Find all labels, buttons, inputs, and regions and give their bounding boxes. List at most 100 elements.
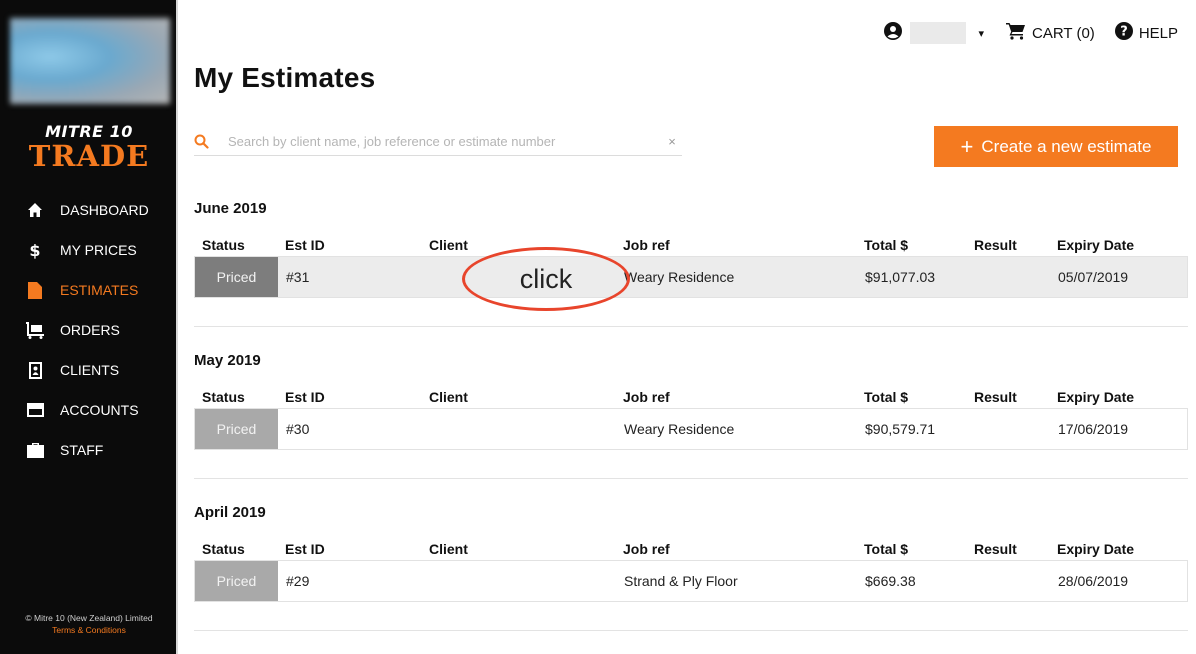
column-header-result: Result bbox=[974, 541, 1017, 557]
help-button[interactable]: ? HELP bbox=[1114, 22, 1178, 44]
column-header-est-id: Est ID bbox=[285, 389, 325, 405]
table-row[interactable]: Priced #29 Strand & Ply Floor $669.38 28… bbox=[194, 560, 1188, 602]
briefcase-icon bbox=[26, 441, 44, 459]
dollar-icon: $ bbox=[26, 241, 44, 259]
est-id-cell: #30 bbox=[286, 421, 310, 437]
est-id-cell: #31 bbox=[286, 269, 310, 285]
column-header-client: Client bbox=[429, 389, 468, 405]
column-header-est-id: Est ID bbox=[285, 541, 325, 557]
user-icon bbox=[884, 22, 903, 44]
sidebar-item-clients[interactable]: CLIENTS bbox=[0, 350, 178, 390]
month-heading: April 2019 bbox=[194, 504, 266, 521]
estimates-group-april: April 2019 Status Est ID Client Job ref … bbox=[194, 504, 1188, 631]
job-ref-cell: Strand & Ply Floor bbox=[624, 573, 738, 589]
total-cell: $91,077.03 bbox=[865, 269, 936, 285]
search-input[interactable] bbox=[220, 134, 662, 149]
estimates-group-may: May 2019 Status Est ID Client Job ref To… bbox=[194, 352, 1188, 479]
column-header-job-ref: Job ref bbox=[623, 389, 670, 405]
trolley-icon bbox=[26, 321, 44, 339]
job-ref-cell: Weary Residence bbox=[624, 421, 735, 437]
search-bar: × bbox=[194, 128, 682, 156]
status-badge: Priced bbox=[195, 409, 278, 449]
brand-logo[interactable]: MITRE 10 TRADE bbox=[0, 122, 178, 171]
column-header-client: Client bbox=[429, 237, 468, 253]
month-heading: June 2019 bbox=[194, 200, 267, 217]
user-menu[interactable]: ▾ bbox=[884, 22, 984, 44]
cart-button[interactable]: CART (0) bbox=[1006, 22, 1095, 44]
contact-icon bbox=[26, 361, 44, 379]
table-header: Status Est ID Client Job ref Total $ Res… bbox=[194, 386, 1188, 408]
job-ref-cell: Weary Residence bbox=[624, 269, 735, 285]
sidebar-item-estimates[interactable]: ESTIMATES bbox=[0, 270, 178, 310]
home-icon bbox=[26, 201, 44, 219]
blurred-logo-image bbox=[10, 18, 170, 104]
table-header: Status Est ID Client Job ref Total $ Res… bbox=[194, 234, 1188, 256]
column-header-expiry: Expiry Date bbox=[1057, 389, 1135, 405]
estimates-group-june: June 2019 Status Est ID Client Job ref T… bbox=[194, 200, 1188, 327]
status-badge: Priced bbox=[195, 561, 278, 601]
section-divider bbox=[194, 478, 1188, 479]
column-header-est-id: Est ID bbox=[285, 237, 325, 253]
sidebar-item-label: ORDERS bbox=[60, 322, 120, 338]
sidebar-item-label: STAFF bbox=[60, 442, 104, 458]
card-icon bbox=[26, 401, 44, 419]
section-divider bbox=[194, 326, 1188, 327]
create-estimate-label: Create a new estimate bbox=[981, 136, 1152, 156]
column-header-job-ref: Job ref bbox=[623, 237, 670, 253]
column-header-status: Status bbox=[202, 541, 245, 557]
terms-link[interactable]: Terms & Conditions bbox=[0, 624, 178, 636]
column-header-client: Client bbox=[429, 541, 468, 557]
search-icon bbox=[194, 134, 220, 149]
sidebar-item-dashboard[interactable]: DASHBOARD bbox=[0, 190, 178, 230]
est-id-cell: #29 bbox=[286, 573, 310, 589]
section-divider bbox=[194, 630, 1188, 631]
svg-text:$: $ bbox=[29, 241, 40, 259]
column-header-expiry: Expiry Date bbox=[1057, 237, 1135, 253]
column-header-expiry: Expiry Date bbox=[1057, 541, 1135, 557]
month-heading: May 2019 bbox=[194, 352, 261, 369]
table-row[interactable]: Priced #31 Weary Residence $91,077.03 05… bbox=[194, 256, 1188, 298]
user-name-redacted bbox=[910, 22, 967, 44]
copyright-text: © Mitre 10 (New Zealand) Limited bbox=[25, 613, 153, 623]
expiry-cell: 28/06/2019 bbox=[1058, 573, 1129, 589]
sidebar-item-accounts[interactable]: ACCOUNTS bbox=[0, 390, 178, 430]
sidebar-nav: DASHBOARD $ MY PRICES ESTIMATES ORDERS C… bbox=[0, 190, 178, 470]
brand-main-text: TRADE bbox=[28, 139, 150, 173]
sidebar-footer: © Mitre 10 (New Zealand) Limited Terms &… bbox=[0, 612, 178, 636]
cart-label: CART (0) bbox=[1032, 24, 1095, 42]
sidebar-item-staff[interactable]: STAFF bbox=[0, 430, 178, 470]
sidebar-item-label: MY PRICES bbox=[60, 242, 137, 258]
plus-icon: + bbox=[960, 133, 974, 159]
sidebar-item-label: DASHBOARD bbox=[60, 202, 149, 218]
help-label: HELP bbox=[1138, 24, 1178, 42]
status-badge: Priced bbox=[195, 257, 278, 297]
table-header: Status Est ID Client Job ref Total $ Res… bbox=[194, 538, 1188, 560]
sidebar-item-label: CLIENTS bbox=[60, 362, 120, 378]
sidebar-item-label: ACCOUNTS bbox=[60, 402, 139, 418]
column-header-result: Result bbox=[974, 389, 1017, 405]
clear-search-icon[interactable]: × bbox=[662, 134, 682, 149]
column-header-job-ref: Job ref bbox=[623, 541, 670, 557]
column-header-status: Status bbox=[202, 237, 245, 253]
svg-text:?: ? bbox=[1120, 25, 1128, 40]
column-header-total: Total $ bbox=[864, 237, 909, 253]
column-header-total: Total $ bbox=[864, 541, 909, 557]
total-cell: $669.38 bbox=[865, 573, 916, 589]
expiry-cell: 17/06/2019 bbox=[1058, 421, 1129, 437]
chevron-down-icon: ▾ bbox=[978, 27, 985, 40]
column-header-result: Result bbox=[974, 237, 1017, 253]
page-title: My Estimates bbox=[194, 62, 376, 93]
table-row[interactable]: Priced #30 Weary Residence $90,579.71 17… bbox=[194, 408, 1188, 450]
create-estimate-button[interactable]: + Create a new estimate bbox=[934, 126, 1178, 167]
top-bar: ▾ CART (0) ? HELP bbox=[884, 22, 1178, 44]
sidebar-item-label: ESTIMATES bbox=[60, 282, 139, 298]
expiry-cell: 05/07/2019 bbox=[1058, 269, 1129, 285]
document-icon bbox=[26, 281, 44, 299]
sidebar-item-orders[interactable]: ORDERS bbox=[0, 310, 178, 350]
sidebar: MITRE 10 TRADE DASHBOARD $ MY PRICES EST… bbox=[0, 0, 178, 654]
column-header-status: Status bbox=[202, 389, 245, 405]
sidebar-item-my-prices[interactable]: $ MY PRICES bbox=[0, 230, 178, 270]
help-icon: ? bbox=[1114, 22, 1139, 44]
column-header-total: Total $ bbox=[864, 389, 909, 405]
total-cell: $90,579.71 bbox=[865, 421, 936, 437]
